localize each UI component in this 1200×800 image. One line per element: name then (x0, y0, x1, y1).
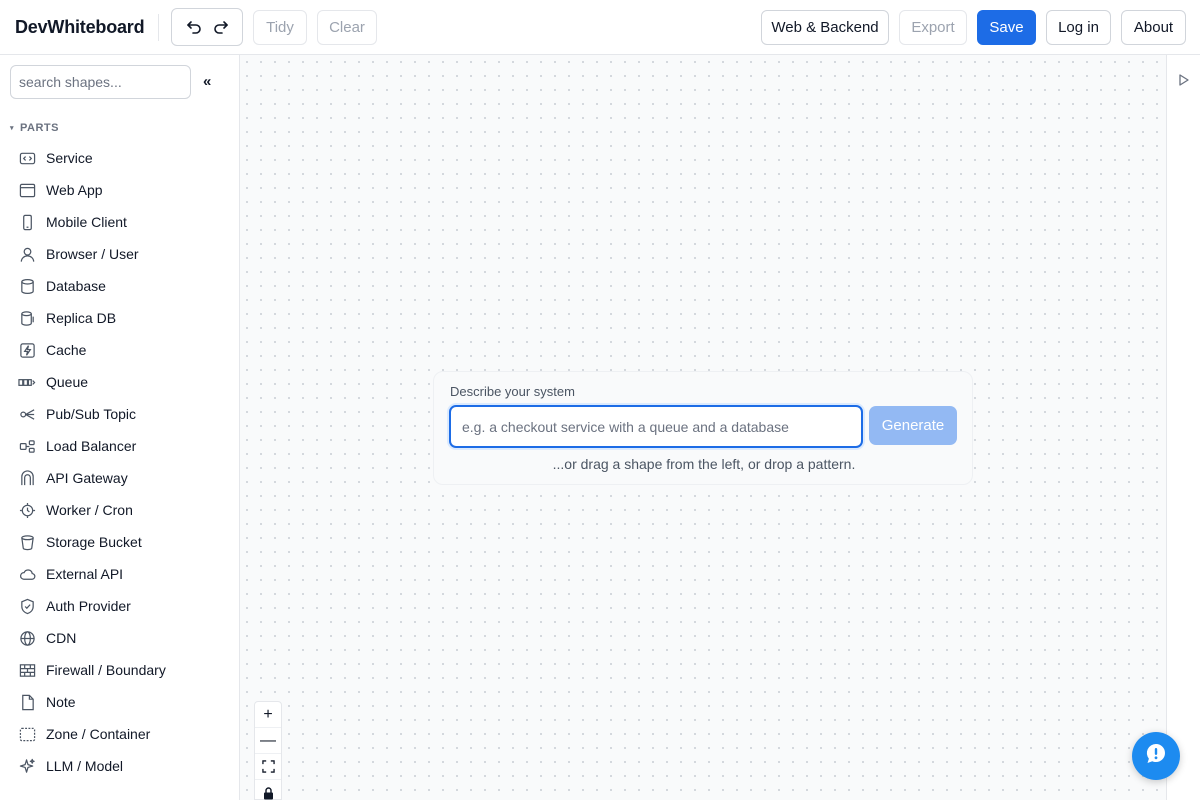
toolbar-divider (158, 14, 159, 41)
save-button[interactable]: Save (977, 10, 1036, 45)
top-toolbar: DevWhiteboard Tidy Clear Web & Backend E… (0, 0, 1200, 55)
palette-item-label: Pub/Sub Topic (46, 406, 137, 422)
bucket-icon (18, 533, 36, 551)
palette-item-label: External API (46, 566, 124, 582)
palette-item-auth-provider[interactable]: Auth Provider (0, 590, 239, 622)
feedback-button[interactable] (1132, 732, 1180, 780)
palette-item-replica-db[interactable]: Replica DB (0, 302, 239, 334)
palette-item-browser-user[interactable]: Browser / User (0, 238, 239, 270)
palette-item-label: Replica DB (46, 310, 117, 326)
prompt-label: Describe your system (450, 384, 575, 399)
mobile-icon (18, 213, 36, 231)
palette-item-label: CDN (46, 630, 77, 646)
palette-item-label: Worker / Cron (46, 502, 133, 518)
collapse-sidebar-button[interactable]: « (203, 73, 211, 90)
palette-item-worker-cron[interactable]: Worker / Cron (0, 494, 239, 526)
palette-item-zone-container[interactable]: Zone / Container (0, 718, 239, 750)
replica-db-icon (18, 309, 36, 327)
about-button[interactable]: About (1121, 10, 1186, 45)
shape-palette-sidebar: « ▾ PARTS Service Web App Mobile Client … (0, 55, 240, 800)
palette-item-label: API Gateway (46, 470, 128, 486)
generate-button[interactable]: Generate (869, 406, 957, 445)
palette-item-firewall-boundary[interactable]: Firewall / Boundary (0, 654, 239, 686)
zoom-out-button[interactable]: — (255, 728, 281, 754)
palette-item-label: Web App (46, 182, 103, 198)
queue-icon (18, 373, 36, 391)
firewall-icon (18, 661, 36, 679)
clear-button[interactable]: Clear (317, 10, 377, 45)
describe-system-input[interactable] (449, 405, 863, 448)
redo-icon[interactable] (210, 16, 232, 38)
cloud-icon (18, 565, 36, 583)
lock-icon[interactable] (255, 780, 281, 800)
palette-item-label: Browser / User (46, 246, 139, 262)
palette-item-label: Database (46, 278, 106, 294)
undo-redo-group (171, 8, 243, 46)
zoom-controls: + — (254, 701, 282, 800)
prompt-hint: ...or drag a shape from the left, or dro… (552, 456, 856, 472)
web-app-icon (18, 181, 36, 199)
palette-item-cdn[interactable]: CDN (0, 622, 239, 654)
palette-item-label: Auth Provider (46, 598, 131, 614)
expand-panel-icon[interactable] (1178, 73, 1190, 92)
palette-item-web-app[interactable]: Web App (0, 174, 239, 206)
right-panel-collapsed (1166, 55, 1200, 800)
palette-item-cache[interactable]: Cache (0, 334, 239, 366)
stack-selector-button[interactable]: Web & Backend (761, 10, 889, 45)
login-button[interactable]: Log in (1046, 10, 1111, 45)
globe-icon (18, 629, 36, 647)
describe-system-card: Describe your system Generate ...or drag… (433, 371, 973, 485)
palette-item-label: Service (46, 150, 93, 166)
palette-item-note[interactable]: Note (0, 686, 239, 718)
cache-icon (18, 341, 36, 359)
palette-item-label: Mobile Client (46, 214, 127, 230)
note-icon (18, 693, 36, 711)
palette-item-pubsub-topic[interactable]: Pub/Sub Topic (0, 398, 239, 430)
palette-item-label: Load Balancer (46, 438, 137, 454)
sparkle-icon (18, 757, 36, 775)
palette-item-llm-model[interactable]: LLM / Model (0, 750, 239, 782)
palette-item-label: Note (46, 694, 76, 710)
section-title: PARTS (20, 122, 59, 134)
palette-item-label: Storage Bucket (46, 534, 142, 550)
palette-item-label: Firewall / Boundary (46, 662, 166, 678)
undo-icon[interactable] (183, 16, 205, 38)
palette-item-load-balancer[interactable]: Load Balancer (0, 430, 239, 462)
load-balancer-icon (18, 437, 36, 455)
palette-item-database[interactable]: Database (0, 270, 239, 302)
app-title: DevWhiteboard (15, 17, 145, 37)
parts-list: Service Web App Mobile Client Browser / … (0, 142, 239, 782)
chat-bubble-icon (1144, 742, 1168, 771)
export-button[interactable]: Export (899, 10, 967, 45)
palette-item-label: Cache (46, 342, 87, 358)
fit-view-icon[interactable] (255, 754, 281, 780)
caret-icon: ▾ (10, 125, 15, 132)
palette-item-queue[interactable]: Queue (0, 366, 239, 398)
palette-item-external-api[interactable]: External API (0, 558, 239, 590)
shape-search-input[interactable] (10, 65, 191, 99)
palette-item-mobile-client[interactable]: Mobile Client (0, 206, 239, 238)
tidy-button[interactable]: Tidy (253, 10, 307, 45)
zoom-in-button[interactable]: + (255, 702, 281, 728)
palette-item-service[interactable]: Service (0, 142, 239, 174)
database-icon (18, 277, 36, 295)
palette-item-label: Queue (46, 374, 89, 390)
palette-item-storage-bucket[interactable]: Storage Bucket (0, 526, 239, 558)
palette-item-label: Zone / Container (46, 726, 151, 742)
api-gateway-icon (18, 469, 36, 487)
user-icon (18, 245, 36, 263)
shield-icon (18, 597, 36, 615)
service-icon (18, 149, 36, 167)
zone-icon (18, 725, 36, 743)
section-header-parts[interactable]: ▾ PARTS (10, 122, 59, 134)
pubsub-icon (18, 405, 36, 423)
palette-item-label: LLM / Model (46, 758, 124, 774)
worker-icon (18, 501, 36, 519)
palette-item-api-gateway[interactable]: API Gateway (0, 462, 239, 494)
